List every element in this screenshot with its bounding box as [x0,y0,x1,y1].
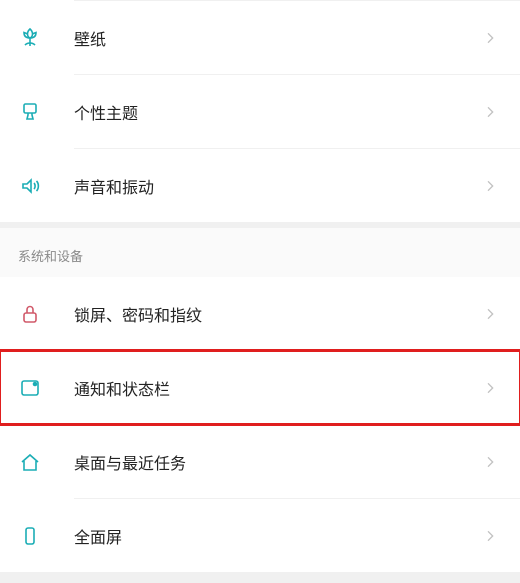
chevron-right-icon [482,30,498,46]
chevron-right-icon [482,306,498,322]
settings-group: 壁纸 个性主题 [0,0,520,222]
settings-item-desktop[interactable]: 桌面与最近任务 [0,425,520,498]
sound-icon [18,174,42,198]
settings-group: 系统和设备 锁屏、密码和指纹 [0,228,520,572]
settings-item-wallpaper[interactable]: 壁纸 [0,1,520,74]
tulip-icon [18,26,42,50]
settings-item-fullscreen[interactable]: 全面屏 [0,499,520,572]
settings-item-label: 通知和状态栏 [74,376,482,400]
settings-item-sound[interactable]: 声音和振动 [0,149,520,222]
settings-item-label: 桌面与最近任务 [74,450,482,474]
settings-item-label: 壁纸 [74,26,482,50]
settings-list: 壁纸 个性主题 [0,0,520,572]
settings-item-label: 个性主题 [74,100,482,124]
fullscreen-icon [18,524,42,548]
settings-item-label: 锁屏、密码和指纹 [74,302,482,326]
settings-item-label: 声音和振动 [74,174,482,198]
chevron-right-icon [482,528,498,544]
lock-icon [18,302,42,326]
settings-item-theme[interactable]: 个性主题 [0,75,520,148]
group-header: 系统和设备 [0,228,520,277]
chevron-right-icon [482,380,498,396]
chevron-right-icon [482,104,498,120]
settings-item-notification[interactable]: 通知和状态栏 [0,351,520,424]
settings-item-lock[interactable]: 锁屏、密码和指纹 [0,277,520,350]
home-icon [18,450,42,474]
settings-item-label: 全面屏 [74,524,482,548]
brush-icon [18,100,42,124]
chevron-right-icon [482,454,498,470]
notification-icon [18,376,42,400]
chevron-right-icon [482,178,498,194]
